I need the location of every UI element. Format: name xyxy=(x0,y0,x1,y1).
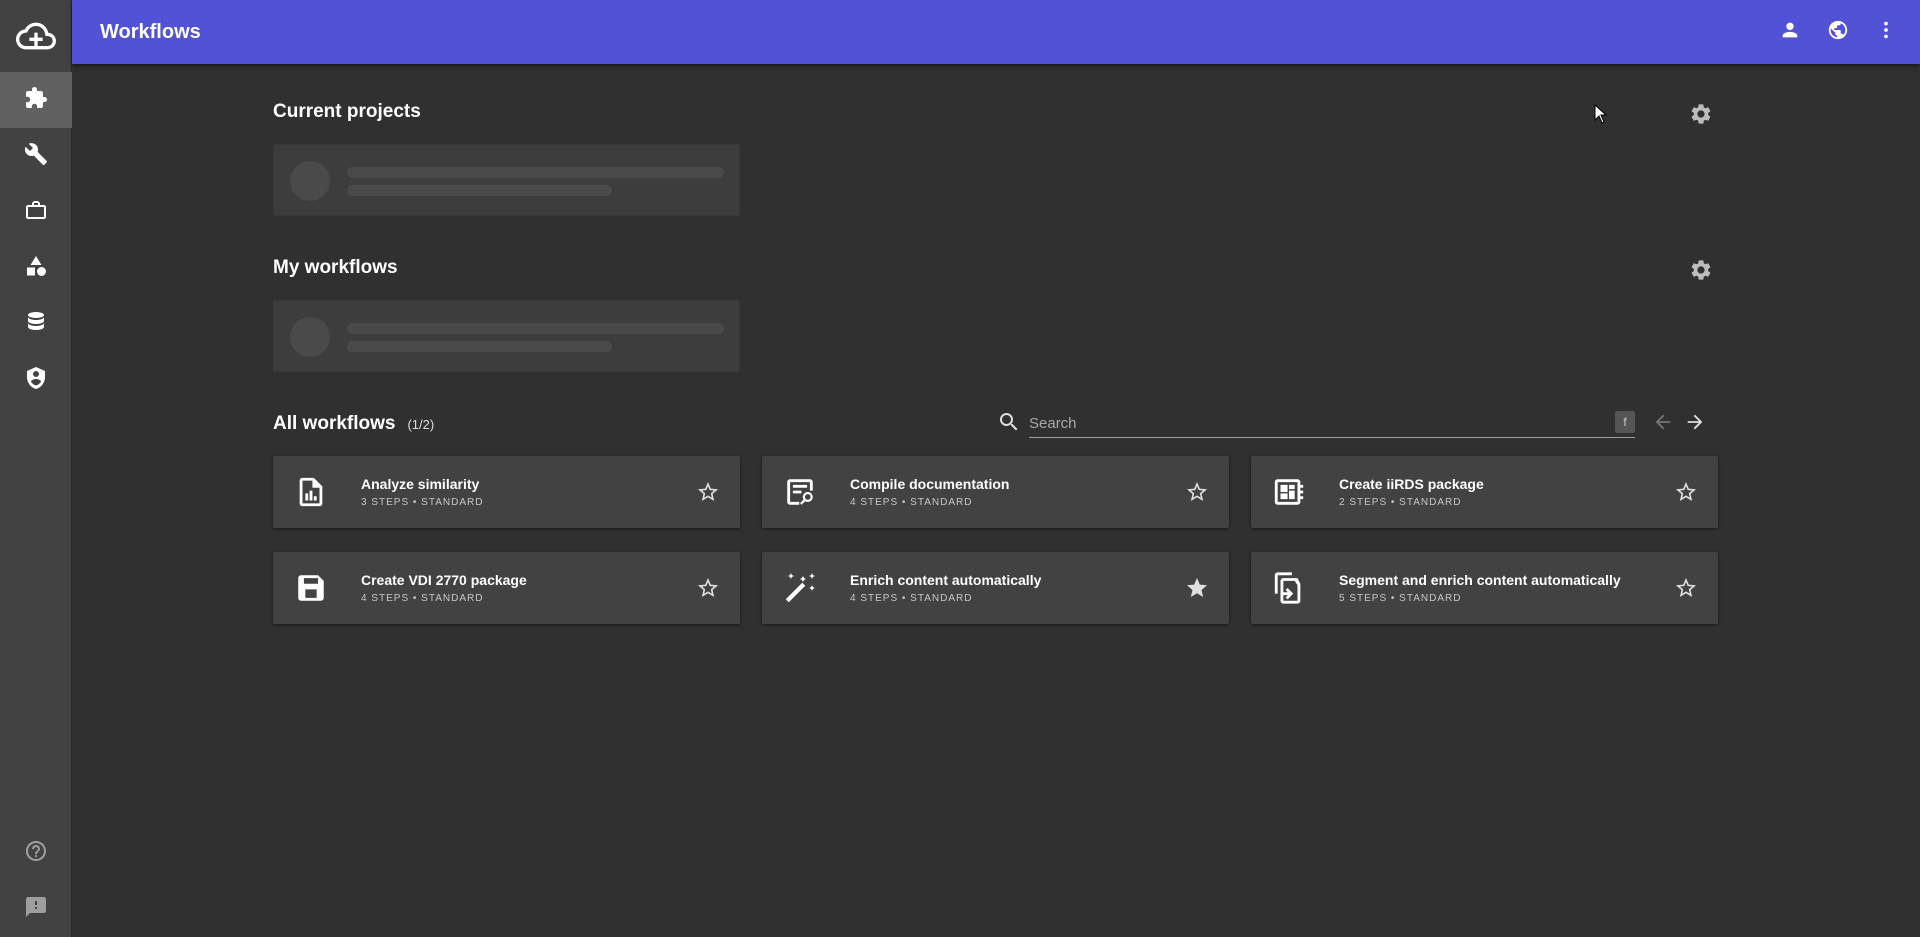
workflow-subtitle: 2 STEPS • STANDARD xyxy=(1339,497,1462,508)
copy-arrow-icon xyxy=(1271,570,1307,606)
workflow-subtitle: 4 STEPS • STANDARD xyxy=(361,593,484,604)
cloud-upload-logo-icon[interactable] xyxy=(0,0,72,72)
main-content: Current projects My workflows All workfl… xyxy=(273,64,1719,624)
sidebar-item-projects[interactable] xyxy=(0,184,72,240)
feedback-icon xyxy=(24,895,48,924)
favorite-star-button[interactable] xyxy=(696,480,720,504)
arrow-left-icon xyxy=(1652,411,1674,438)
workflow-card[interactable]: Compile documentation 4 STEPS • STANDARD xyxy=(762,456,1229,528)
favorite-star-button[interactable] xyxy=(1674,576,1698,600)
star-outline-icon xyxy=(696,578,720,604)
section-title-current-projects: Current projects xyxy=(273,101,421,122)
sidebar-item-tools[interactable] xyxy=(0,128,72,184)
favorite-star-button[interactable] xyxy=(1185,576,1209,600)
more-vert-icon xyxy=(1875,19,1897,46)
star-outline-icon xyxy=(1674,578,1698,604)
workflow-card[interactable]: Analyze similarity 3 STEPS • STANDARD xyxy=(273,456,740,528)
puzzle-icon xyxy=(24,86,48,115)
save-icon xyxy=(293,570,329,606)
workflow-subtitle: 5 STEPS • STANDARD xyxy=(1339,593,1462,604)
page-title: Workflows xyxy=(100,20,201,43)
sidebar-item-workflows[interactable] xyxy=(0,72,72,128)
workflow-card[interactable]: Create iiRDS package 2 STEPS • STANDARD xyxy=(1251,456,1718,528)
workflow-subtitle: 4 STEPS • STANDARD xyxy=(850,593,973,604)
language-button[interactable] xyxy=(1822,16,1854,48)
chart-file-icon xyxy=(293,474,329,510)
gear-icon xyxy=(1689,102,1713,131)
section-title-my-workflows: My workflows xyxy=(273,257,398,278)
workflow-subtitle: 4 STEPS • STANDARD xyxy=(850,497,973,508)
all-workflows-header: All workflows (1/2) f xyxy=(273,404,1719,444)
magic-wand-icon xyxy=(782,570,818,606)
current-projects-loading-placeholder xyxy=(273,144,740,216)
sidebar-item-feedback[interactable] xyxy=(0,881,72,937)
workflow-card[interactable]: Enrich content automatically 4 STEPS • S… xyxy=(762,552,1229,624)
globe-icon xyxy=(1827,19,1849,46)
workflow-card[interactable]: Segment and enrich content automatically… xyxy=(1251,552,1718,624)
workflow-title: Analyze similarity xyxy=(361,476,480,492)
sidebar-item-security[interactable] xyxy=(0,352,72,408)
search-shortcut-hint: f xyxy=(1615,411,1635,433)
sidebar-item-help[interactable] xyxy=(0,825,72,881)
search-icon xyxy=(997,410,1021,439)
workflow-title: Compile documentation xyxy=(850,476,1010,492)
sidebar-item-shapes[interactable] xyxy=(0,240,72,296)
current-projects-header: Current projects xyxy=(273,92,1719,132)
sidebar xyxy=(0,0,72,937)
doc-search-icon xyxy=(782,474,818,510)
help-icon xyxy=(24,839,48,868)
my-workflows-header: My workflows xyxy=(273,248,1719,288)
briefcase-icon xyxy=(24,198,48,227)
search-input[interactable] xyxy=(1029,410,1635,437)
current-projects-settings-button[interactable] xyxy=(1685,100,1717,132)
workflow-grid: Analyze similarity 3 STEPS • STANDARD Co… xyxy=(273,456,1719,624)
arrow-right-icon xyxy=(1684,411,1706,438)
wrench-icon xyxy=(24,142,48,171)
workflow-subtitle: 3 STEPS • STANDARD xyxy=(361,497,484,508)
my-workflows-settings-button[interactable] xyxy=(1685,256,1717,288)
section-title-all-workflows: All workflows xyxy=(273,413,396,434)
star-outline-icon xyxy=(696,482,720,508)
page-count: (1/2) xyxy=(407,416,435,432)
next-page-button[interactable] xyxy=(1681,408,1709,440)
favorite-star-button[interactable] xyxy=(696,576,720,600)
account-button[interactable] xyxy=(1774,16,1806,48)
sidebar-item-database[interactable] xyxy=(0,296,72,352)
star-filled-icon xyxy=(1185,578,1209,604)
workflow-title: Segment and enrich content automatically xyxy=(1339,572,1621,588)
gear-icon xyxy=(1689,258,1713,287)
person-icon xyxy=(1779,19,1801,46)
database-icon xyxy=(24,310,48,339)
workflow-title: Create iiRDS package xyxy=(1339,476,1484,492)
shapes-icon xyxy=(24,254,48,283)
previous-page-button[interactable] xyxy=(1649,408,1677,440)
star-outline-icon xyxy=(1185,482,1209,508)
package-board-icon xyxy=(1271,474,1307,510)
mouse-cursor-icon xyxy=(1594,103,1608,129)
star-outline-icon xyxy=(1674,482,1698,508)
my-workflows-loading-placeholder xyxy=(273,300,740,372)
favorite-star-button[interactable] xyxy=(1185,480,1209,504)
workflow-title: Create VDI 2770 package xyxy=(361,572,527,588)
workflow-card[interactable]: Create VDI 2770 package 4 STEPS • STANDA… xyxy=(273,552,740,624)
more-menu-button[interactable] xyxy=(1870,16,1902,48)
favorite-star-button[interactable] xyxy=(1674,480,1698,504)
top-app-bar: Workflows xyxy=(72,0,1920,64)
workflow-title: Enrich content automatically xyxy=(850,572,1042,588)
shield-icon xyxy=(24,366,48,395)
